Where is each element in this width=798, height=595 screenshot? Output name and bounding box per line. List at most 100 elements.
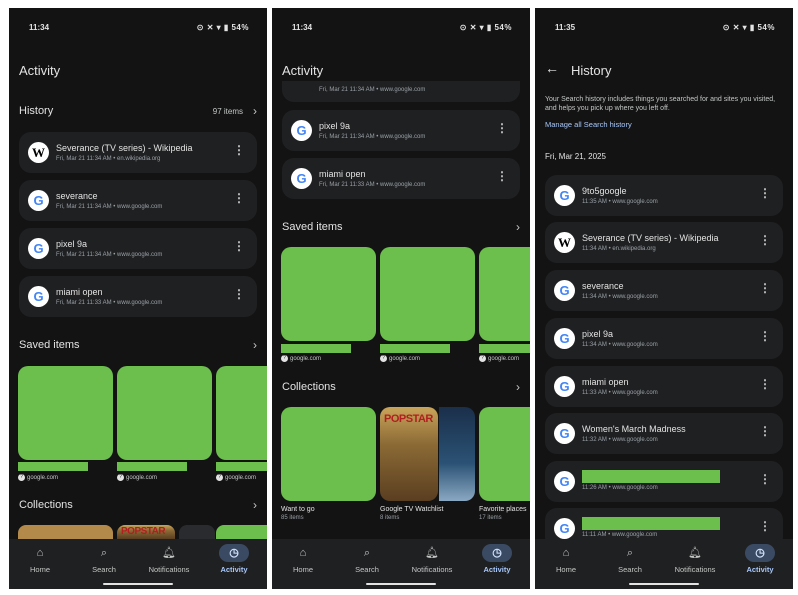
history-meta: Fri, Mar 21 11:34 AM • www.google.com <box>319 134 426 140</box>
history-title: miami open <box>56 287 103 297</box>
saved-item-title <box>216 462 267 471</box>
chevron-right-icon[interactable]: › <box>253 498 257 512</box>
nav-notifications[interactable]: 🔔︎ Notifications <box>144 544 194 574</box>
nav-notifications[interactable]: 🔔︎ Notifications <box>670 544 720 574</box>
back-arrow-icon[interactable]: ← <box>545 60 559 76</box>
manage-history-link[interactable]: Manage all Search history <box>545 120 632 129</box>
saved-item-source: ? google.com <box>281 355 321 362</box>
saved-item-thumbnail[interactable] <box>18 366 113 460</box>
chevron-right-icon[interactable]: › <box>516 220 520 234</box>
history-item[interactable]: G 11:26 AM • www.google.com ⋮ <box>545 461 783 502</box>
nav-activity[interactable]: ◷ Activity <box>209 544 259 574</box>
history-item[interactable]: G miami open Fri, Mar 21 11:33 AM • www.… <box>282 158 520 199</box>
nav-activity[interactable]: ◷ Activity <box>472 544 522 574</box>
nav-activity[interactable]: ◷ Activity <box>735 544 785 574</box>
saved-item-source: ? google.com <box>479 355 519 362</box>
more-options-icon[interactable]: ⋮ <box>496 122 508 134</box>
saved-item-source: ? google.com <box>117 474 157 481</box>
saved-items-header[interactable]: Saved items › <box>282 220 520 237</box>
history-meta: 11:34 AM • www.google.com <box>582 294 658 300</box>
bottom-nav: ⌂ Home ⌕ Search 🔔︎ Notifications ◷ Activity <box>9 539 267 589</box>
history-meta: 11:32 AM • www.google.com <box>582 437 658 443</box>
bell-icon: 🔔︎ <box>688 547 702 559</box>
history-meta: 11:35 AM • www.google.com <box>582 199 658 205</box>
history-item[interactable]: G pixel 9a 11:34 AM • www.google.com ⋮ <box>545 318 783 359</box>
google-icon: G <box>554 471 575 492</box>
nav-search[interactable]: ⌕ Search <box>605 544 655 574</box>
google-icon: G <box>554 185 575 206</box>
google-icon: G <box>28 190 49 211</box>
nav-search[interactable]: ⌕ Search <box>342 544 392 574</box>
bottom-nav: ⌂ Home ⌕ Search 🔔︎ Notifications ◷ Activity <box>535 539 793 589</box>
site-icon: ? <box>380 355 387 362</box>
collections-header[interactable]: Collections › <box>19 498 257 515</box>
history-item[interactable]: G Women's March Madness 11:32 AM • www.g… <box>545 413 783 454</box>
google-icon: G <box>28 238 49 259</box>
more-options-icon[interactable]: ⋮ <box>759 282 771 294</box>
history-item[interactable]: G 9to5google 11:35 AM • www.google.com ⋮ <box>545 175 783 216</box>
nav-notifications[interactable]: 🔔︎ Notifications <box>407 544 457 574</box>
history-item[interactable]: W Severance (TV series) - Wikipedia Fri,… <box>19 132 257 173</box>
saved-item-title <box>479 344 530 353</box>
saved-items-header[interactable]: Saved items › <box>19 338 257 355</box>
collections-header[interactable]: Collections › <box>282 380 520 397</box>
google-icon: G <box>554 423 575 444</box>
collection-thumbnail[interactable] <box>216 525 267 539</box>
collection-thumbnail[interactable]: POPSTAR <box>117 525 175 539</box>
more-options-icon[interactable]: ⋮ <box>496 170 508 182</box>
history-header[interactable]: History 97 items › <box>19 104 257 121</box>
history-count: 97 items <box>212 107 243 116</box>
collection-thumbnail[interactable] <box>439 407 475 501</box>
more-options-icon[interactable]: ⋮ <box>759 187 771 199</box>
history-title: Women's March Madness <box>582 424 686 434</box>
nav-home[interactable]: ⌂ Home <box>278 544 328 574</box>
status-icons: ⊙ ✕ ▾ ▮ 54% <box>722 23 775 32</box>
date-header: Fri, Mar 21, 2025 <box>545 152 606 161</box>
history-item[interactable]: G severance Fri, Mar 21 11:34 AM • www.g… <box>19 180 257 221</box>
bell-icon: 🔔︎ <box>162 547 176 559</box>
saved-item-thumbnail[interactable] <box>380 247 475 341</box>
more-options-icon[interactable]: ⋮ <box>233 240 245 252</box>
more-options-icon[interactable]: ⋮ <box>759 330 771 342</box>
history-meta: Fri, Mar 21 11:33 AM • www.google.com <box>56 300 163 306</box>
history-item[interactable]: G miami open 11:33 AM • www.google.com ⋮ <box>545 366 783 407</box>
collection-thumbnail[interactable]: POPSTAR <box>380 407 438 501</box>
chevron-right-icon[interactable]: › <box>253 104 257 118</box>
history-item[interactable]: G miami open Fri, Mar 21 11:33 AM • www.… <box>19 276 257 317</box>
gesture-bar <box>103 583 173 585</box>
history-item[interactable]: Fri, Mar 21 11:34 AM • www.google.com <box>282 81 520 102</box>
saved-item-thumbnail[interactable] <box>117 366 212 460</box>
gesture-bar <box>366 583 436 585</box>
history-item[interactable]: G pixel 9a Fri, Mar 21 11:34 AM • www.go… <box>19 228 257 269</box>
collection-thumbnail[interactable] <box>18 525 113 539</box>
history-item[interactable]: W Severance (TV series) - Wikipedia 11:3… <box>545 222 783 263</box>
collection-thumbnail[interactable] <box>281 407 376 501</box>
more-options-icon[interactable]: ⋮ <box>759 425 771 437</box>
more-options-icon[interactable]: ⋮ <box>233 192 245 204</box>
saved-item-thumbnail[interactable] <box>216 366 267 460</box>
more-options-icon[interactable]: ⋮ <box>759 520 771 532</box>
history-item[interactable]: G severance 11:34 AM • www.google.com ⋮ <box>545 270 783 311</box>
nav-home[interactable]: ⌂ Home <box>541 544 591 574</box>
search-icon: ⌕ <box>100 547 108 559</box>
wikipedia-icon: W <box>28 142 49 163</box>
history-title: miami open <box>582 377 629 387</box>
more-options-icon[interactable]: ⋮ <box>759 234 771 246</box>
history-description: Your Search history includes things you … <box>545 96 776 112</box>
collection-thumbnail[interactable] <box>479 407 530 501</box>
google-icon: G <box>291 120 312 141</box>
more-options-icon[interactable]: ⋮ <box>759 378 771 390</box>
collection-thumbnail[interactable] <box>179 525 215 539</box>
more-options-icon[interactable]: ⋮ <box>233 144 245 156</box>
saved-item-thumbnail[interactable] <box>479 247 530 341</box>
saved-item-thumbnail[interactable] <box>281 247 376 341</box>
nav-search[interactable]: ⌕ Search <box>79 544 129 574</box>
more-options-icon[interactable]: ⋮ <box>233 288 245 300</box>
history-item[interactable]: G pixel 9a Fri, Mar 21 11:34 AM • www.go… <box>282 110 520 151</box>
nav-home[interactable]: ⌂ Home <box>15 544 65 574</box>
chevron-right-icon[interactable]: › <box>253 338 257 352</box>
google-icon: G <box>554 518 575 539</box>
chevron-right-icon[interactable]: › <box>516 380 520 394</box>
history-meta: Fri, Mar 21 11:34 AM • en.wikipedia.org <box>56 156 161 162</box>
more-options-icon[interactable]: ⋮ <box>759 473 771 485</box>
